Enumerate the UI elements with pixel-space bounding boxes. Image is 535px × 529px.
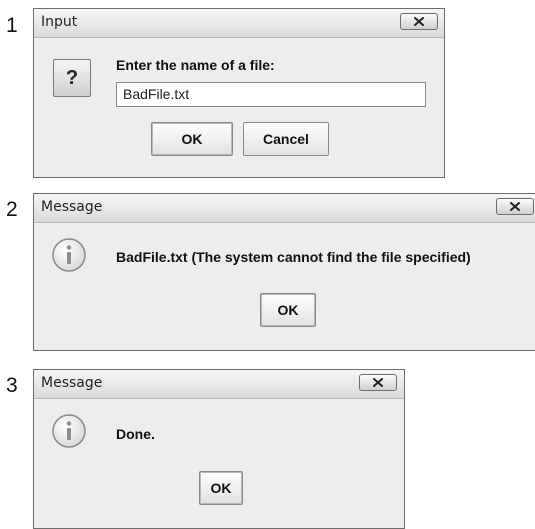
- dialog-body: BadFile.txt (The system cannot find the …: [34, 223, 535, 350]
- ok-button[interactable]: OK: [151, 122, 233, 156]
- cancel-button[interactable]: Cancel: [243, 122, 329, 156]
- dialog-titlebar[interactable]: Message: [34, 370, 404, 399]
- dialog-title: Input: [41, 14, 78, 30]
- ok-button[interactable]: OK: [199, 471, 243, 505]
- step-number-1: 1: [6, 14, 18, 37]
- dialog-body: ? Enter the name of a file: BadFile.txt …: [34, 38, 444, 177]
- dialog-titlebar[interactable]: Message: [34, 194, 535, 223]
- close-icon: [373, 378, 383, 387]
- step-number-2: 2: [6, 198, 18, 221]
- info-icon: [52, 414, 86, 448]
- close-button[interactable]: [400, 13, 438, 30]
- dialog-body: Done. OK: [34, 399, 404, 528]
- message-text: BadFile.txt (The system cannot find the …: [116, 249, 471, 265]
- step-number-3: 3: [6, 374, 18, 397]
- question-icon: ?: [53, 59, 91, 97]
- message-dialog-done: Message Done. OK: [33, 369, 405, 529]
- dialog-titlebar[interactable]: Input: [34, 9, 444, 38]
- close-button[interactable]: [359, 374, 397, 391]
- message-text: Done.: [116, 426, 155, 442]
- info-icon: [52, 238, 86, 272]
- ok-button[interactable]: OK: [260, 293, 316, 327]
- close-button[interactable]: [496, 198, 534, 215]
- close-icon: [510, 202, 520, 211]
- prompt-label: Enter the name of a file:: [116, 57, 275, 73]
- close-icon: [414, 17, 424, 26]
- filename-input[interactable]: BadFile.txt: [116, 82, 426, 107]
- dialog-title: Message: [41, 199, 103, 215]
- input-dialog: Input ? Enter the name of a file: BadFil…: [33, 8, 445, 178]
- message-dialog-error: Message BadFile.txt (The system cannot f…: [33, 193, 535, 351]
- dialog-title: Message: [41, 375, 103, 391]
